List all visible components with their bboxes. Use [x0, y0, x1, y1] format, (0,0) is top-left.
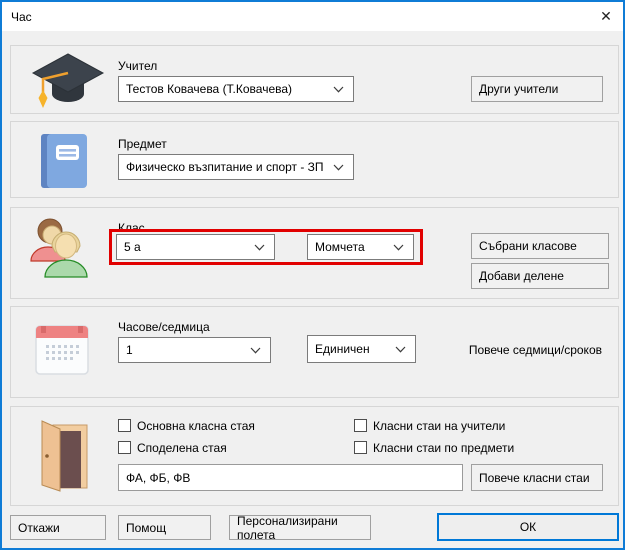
hours-count-select[interactable]: 1 [118, 337, 271, 363]
checkbox-icon [118, 419, 131, 432]
more-classrooms-button[interactable]: Повече класни стаи [471, 464, 603, 491]
titlebar: Час ✕ [2, 2, 623, 31]
help-button[interactable]: Помощ [118, 515, 211, 540]
lesson-dialog: Час ✕ Учител Тестов Ковачева (Т.Ковачева… [0, 0, 625, 550]
teacher-section: Учител Тестов Ковачева (Т.Ковачева) Друг… [10, 45, 619, 114]
group-select[interactable]: Момчета [307, 234, 414, 260]
period-type-select[interactable]: Единичен [307, 335, 416, 363]
subject-classrooms-checkbox[interactable]: Класни стаи по предмети [354, 440, 514, 455]
chevron-down-icon [393, 244, 404, 251]
class-label: Клас [118, 221, 145, 235]
subject-label: Предмет [118, 137, 167, 151]
shared-room-checkbox[interactable]: Споделена стая [118, 440, 227, 455]
other-teachers-button[interactable]: Други учители [471, 76, 603, 102]
chevron-down-icon [395, 346, 406, 353]
chevron-down-icon [250, 347, 261, 354]
checkbox-icon [354, 441, 367, 454]
chevron-down-icon [333, 86, 344, 93]
class-section: Клас 5 а Момчета Събрани класове Добави … [10, 207, 619, 299]
chevron-down-icon [254, 244, 265, 251]
rooms-section: Основна класна стая Споделена стая Класн… [10, 406, 619, 506]
rooms-input[interactable] [118, 464, 463, 491]
hours-section: Часове/седмица 1 Единичен Повече седмици… [10, 306, 619, 398]
hours-label: Часове/седмица [118, 320, 210, 334]
custom-fields-button[interactable]: Персонализирани полета [229, 515, 371, 540]
teachers-classrooms-checkbox[interactable]: Класни стаи на учители [354, 418, 505, 433]
window-title: Час [2, 10, 32, 24]
door-icon [37, 420, 89, 495]
dialog-body: Учител Тестов Ковачева (Т.Ковачева) Друг… [2, 31, 623, 548]
teacher-select[interactable]: Тестов Ковачева (Т.Ковачева) [118, 76, 354, 102]
close-icon[interactable]: ✕ [589, 2, 623, 31]
add-division-button[interactable]: Добави делене [471, 263, 609, 289]
home-classroom-checkbox[interactable]: Основна класна стая [118, 418, 255, 433]
more-weeks-terms-link[interactable]: Повече седмици/сроков [469, 343, 602, 357]
calendar-icon [33, 320, 91, 381]
checkbox-icon [118, 441, 131, 454]
ok-button[interactable]: ОК [437, 513, 619, 541]
chevron-down-icon [333, 164, 344, 171]
teacher-label: Учител [118, 59, 157, 73]
subject-select[interactable]: Физическо възпитание и спорт - ЗП [118, 154, 354, 180]
cancel-button[interactable]: Откажи [10, 515, 106, 540]
graduation-cap-icon [27, 52, 107, 113]
joint-classes-button[interactable]: Събрани класове [471, 233, 609, 259]
subject-section: Предмет Физическо възпитание и спорт - З… [10, 121, 619, 198]
checkbox-icon [354, 419, 367, 432]
class-select[interactable]: 5 а [116, 234, 275, 260]
students-icon [27, 215, 93, 286]
book-icon [39, 133, 89, 192]
